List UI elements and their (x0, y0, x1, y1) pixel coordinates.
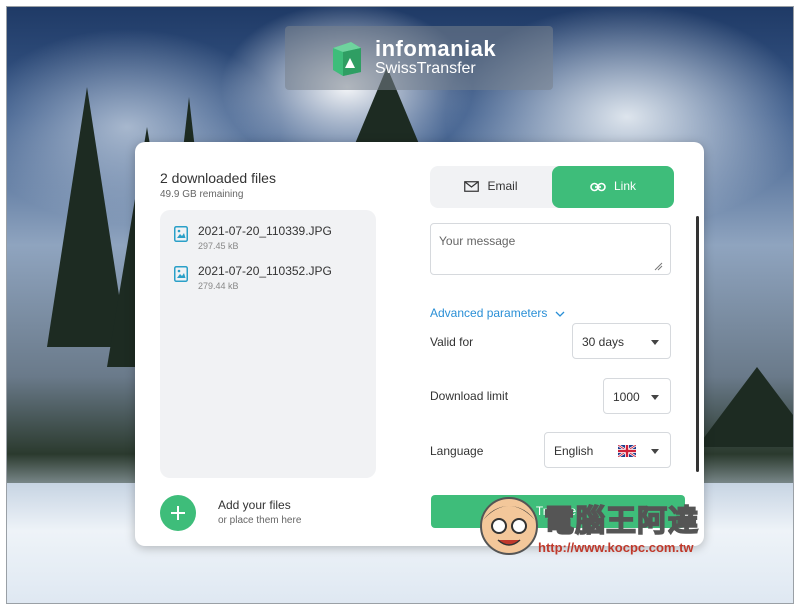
download-limit-select[interactable]: 1000 (603, 378, 671, 414)
image-file-icon (174, 226, 188, 242)
mascot-face-icon (480, 497, 538, 555)
dropdown-caret-icon (651, 395, 659, 400)
file-size: 279.44 kB (198, 281, 239, 291)
file-name: 2021-07-20_110339.JPG (198, 224, 332, 238)
download-limit-label: Download limit (430, 389, 509, 403)
tab-link[interactable]: Link (552, 166, 674, 208)
brand-logo[interactable]: infomaniak SwissTransfer (285, 26, 553, 90)
plus-icon (171, 506, 185, 520)
site-watermark: 電腦王阿達 http://www.kocpc.com.tw (474, 488, 764, 568)
storage-remaining: 49.9 GB remaining (160, 189, 244, 200)
uk-flag-icon (618, 445, 636, 457)
add-files-label[interactable]: Add your files (218, 498, 291, 512)
language-label: Language (430, 444, 484, 458)
file-name: 2021-07-20_110352.JPG (198, 264, 332, 278)
valid-for-label: Valid for (430, 335, 474, 349)
file-item[interactable]: 2021-07-20_110339.JPG 297.45 kB (174, 224, 364, 258)
download-limit-value: 1000 (613, 390, 640, 404)
add-files-button[interactable] (160, 495, 196, 531)
product-name: SwissTransfer (375, 60, 476, 77)
transfer-mode-tabs: Email Link (430, 166, 674, 208)
tab-link-label: Link (613, 179, 636, 193)
transfer-card: 2 downloaded files 49.9 GB remaining 202… (135, 142, 704, 546)
valid-for-select[interactable]: 30 days (572, 323, 671, 359)
language-value: English (554, 444, 594, 458)
chevron-down-icon (555, 311, 565, 317)
watermark-title: 電腦王阿達 (543, 503, 699, 540)
settings-scrollbar[interactable] (696, 216, 699, 472)
drop-files-hint: or place them here (218, 515, 302, 526)
message-input[interactable] (430, 223, 671, 275)
swisstransfer-logo-icon (333, 42, 361, 76)
file-list: 2021-07-20_110339.JPG 297.45 kB 2021-07-… (160, 210, 376, 478)
advanced-parameters-label: Advanced parameters (430, 306, 548, 320)
link-icon (590, 182, 606, 192)
valid-for-value: 30 days (582, 335, 625, 349)
dropdown-caret-icon (651, 340, 659, 345)
language-select[interactable]: English (544, 432, 671, 468)
tab-email[interactable]: Email (430, 166, 552, 208)
watermark-url: http://www.kocpc.com.tw (538, 540, 694, 555)
resize-grip-icon[interactable] (653, 261, 663, 271)
tab-email-label: Email (487, 179, 518, 193)
advanced-parameters-toggle[interactable]: Advanced parameters (430, 306, 565, 320)
tree-silhouette (697, 367, 793, 447)
envelope-icon (464, 181, 480, 193)
file-item[interactable]: 2021-07-20_110352.JPG 279.44 kB (174, 264, 364, 298)
files-title: 2 downloaded files (160, 170, 276, 186)
brand-name: infomaniak (375, 36, 497, 61)
dropdown-caret-icon (651, 449, 659, 454)
image-file-icon (174, 266, 188, 282)
file-size: 297.45 kB (198, 241, 239, 251)
